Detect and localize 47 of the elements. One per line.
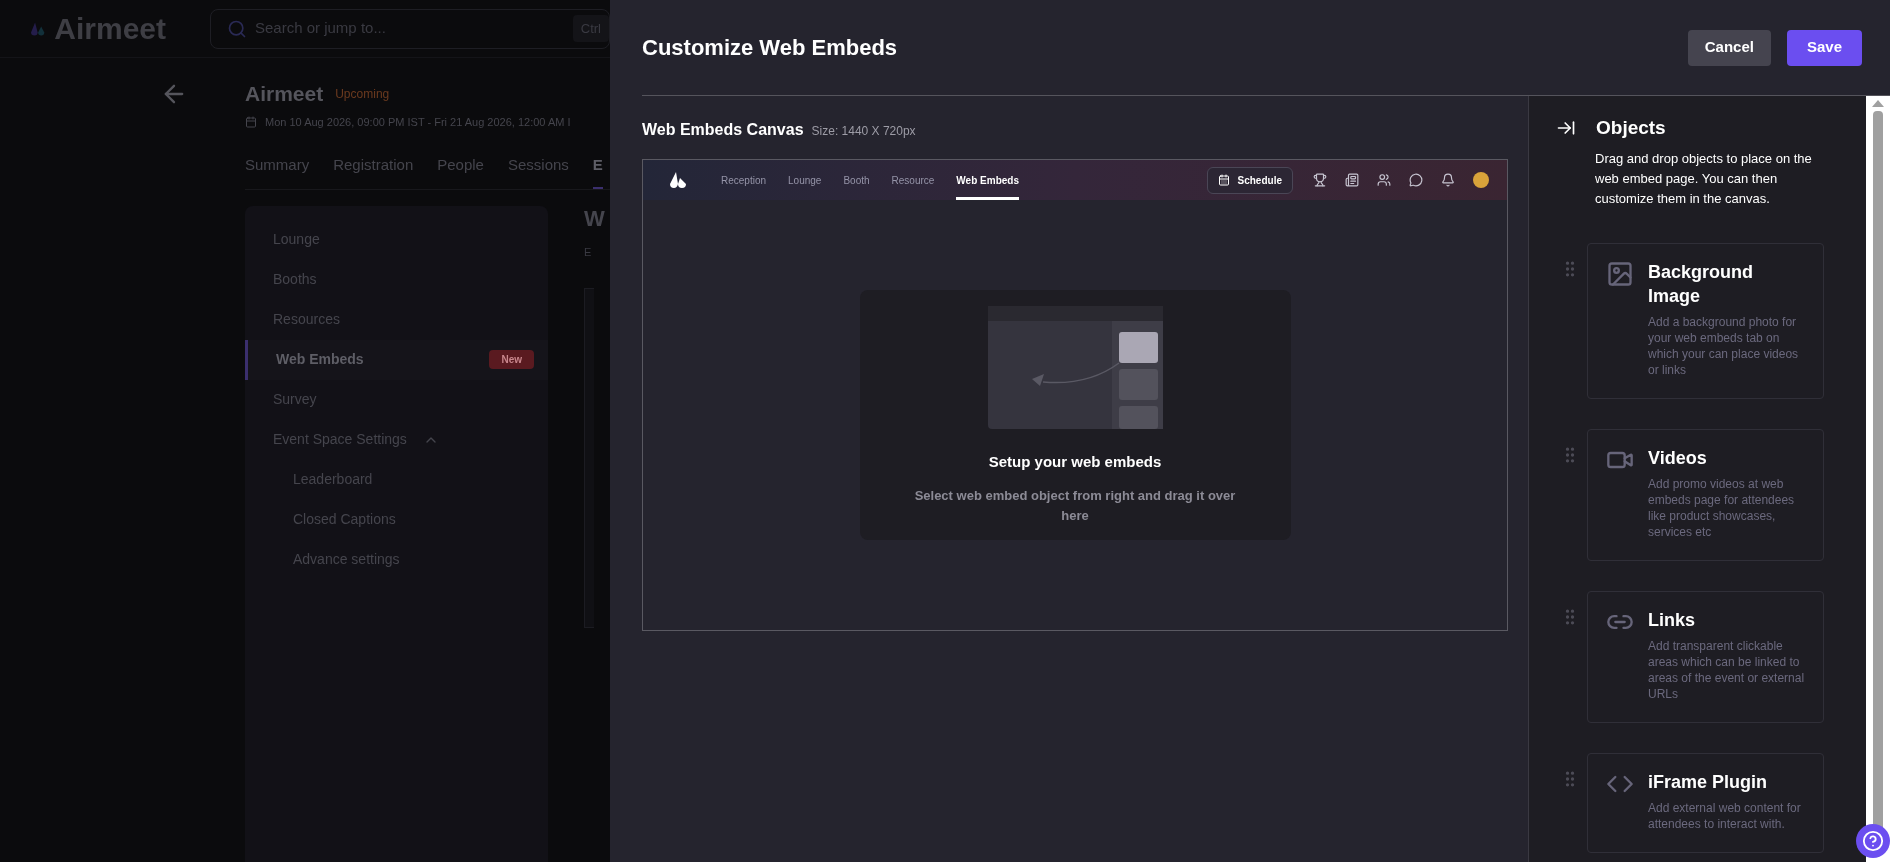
modal-title: Customize Web Embeds bbox=[642, 34, 898, 62]
nav-tab[interactable]: E bbox=[592, 154, 603, 189]
object-description: Add external web content for attendees to interact with. bbox=[1648, 799, 1802, 832]
newspaper-icon[interactable] bbox=[1345, 173, 1359, 187]
canvas-title: Web Embeds Canvas bbox=[642, 120, 804, 140]
new-badge: New bbox=[489, 350, 534, 369]
canvas-size: Size: 1440 X 720px bbox=[811, 123, 916, 140]
nav-tab[interactable]: Registration bbox=[333, 154, 414, 189]
panel-title: Objects bbox=[1596, 116, 1666, 140]
object-card[interactable]: Background Image Add a background photo for your web embeds tab on which your can place videos or links bbox=[1587, 242, 1824, 399]
logo-icon bbox=[669, 171, 687, 189]
object-title: Links bbox=[1648, 608, 1696, 632]
avatar[interactable] bbox=[1473, 172, 1489, 188]
object-description: Add transparent clickable areas which can be linked to areas of the event or external URLs bbox=[1648, 637, 1805, 702]
search-icon bbox=[227, 18, 247, 39]
preview-tab[interactable]: Resource bbox=[891, 160, 935, 200]
save-button[interactable]: Save bbox=[1786, 29, 1862, 66]
nav-tab[interactable]: Summary bbox=[245, 154, 310, 189]
schedule-button[interactable]: Schedule bbox=[1206, 166, 1293, 194]
event-title: Airmeet bbox=[245, 81, 324, 107]
calendar-icon bbox=[245, 115, 257, 128]
people-icon[interactable] bbox=[1377, 173, 1391, 187]
image-icon bbox=[1606, 259, 1634, 288]
preview-tab[interactable]: Booth bbox=[843, 160, 870, 200]
trophy-icon[interactable] bbox=[1313, 173, 1327, 187]
object-description: Add promo videos at web embeds page for attendees like product showcases, services etc bbox=[1648, 475, 1796, 540]
empty-state-title: Setup your web embeds bbox=[988, 452, 1162, 472]
status-label: Upcoming bbox=[335, 85, 390, 103]
object-card[interactable]: Videos Add promo videos at web embeds page for attendees like product showcases, services etc bbox=[1587, 428, 1824, 561]
object-description: Add a background photo for your web embeds tab on which your can place videos or links bbox=[1648, 313, 1800, 378]
object-title: iFrame Plugin bbox=[1648, 770, 1769, 794]
bell-icon[interactable] bbox=[1441, 173, 1455, 187]
section-heading: W bbox=[584, 207, 606, 230]
cancel-button[interactable]: Cancel bbox=[1687, 29, 1771, 66]
object-card[interactable]: Links Add transparent clickable areas which can be linked to areas of the event or external URLs bbox=[1587, 590, 1824, 723]
preview-tab[interactable]: Web Embeds bbox=[956, 160, 1019, 200]
panel-description: Drag and drop objects to place on the web embed page. You can then customize them in the canvas. bbox=[1595, 149, 1813, 208]
chat-icon[interactable] bbox=[1409, 173, 1423, 187]
nav-tab[interactable]: Sessions bbox=[507, 154, 569, 189]
object-title: Background Image bbox=[1648, 260, 1754, 308]
empty-state-text: Select web embed object from right and drag it over here bbox=[913, 486, 1237, 525]
preview-tab[interactable]: Reception bbox=[721, 160, 767, 200]
object-title: Videos bbox=[1648, 446, 1708, 470]
preview-tab[interactable]: Lounge bbox=[788, 160, 822, 200]
calendar-icon bbox=[1217, 174, 1230, 186]
nav-tab[interactable]: People bbox=[437, 154, 484, 189]
object-card[interactable]: iFrame Plugin Add external web content for attendees to interact with. bbox=[1587, 752, 1824, 853]
